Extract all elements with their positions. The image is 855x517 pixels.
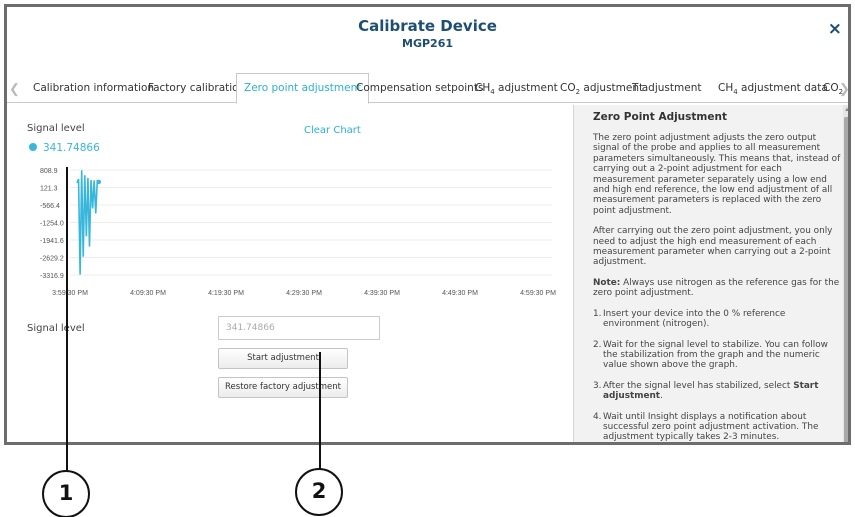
tab-bar: ❮ Calibration information Factory calibr… [7,71,848,104]
help-step: 4. Wait until Insight displays a notifica… [593,411,819,443]
x-tick-label: 4:19:30 PM [208,290,244,297]
scroll-thumb[interactable] [844,117,848,442]
help-step: 2. Wait for the signal level to stabilize… [593,339,828,371]
tab-scroll-left-icon[interactable]: ❮ [9,81,20,97]
x-tick-label: 3:59:30 PM [52,290,88,297]
callout-1: 1 [42,470,90,517]
start-adjustment-button[interactable]: Start adjustment [218,348,348,369]
help-panel: Zero Point Adjustment The zero point adj… [573,105,843,443]
dialog-title: Calibrate Device [358,17,497,35]
help-steps: 1. Insert your device into the 0 % refere… [593,308,839,443]
x-tick-label: 4:39:30 PM [364,290,400,297]
tab-zero-point-adjustment[interactable]: Zero point adjustment [236,73,370,104]
callout-2-line [319,352,321,470]
help-step: 3. After the signal level has stabilized,… [593,380,819,402]
x-tick-label: 4:49:30 PM [442,290,478,297]
y-tick-label: -1941.6 [40,238,64,245]
signal-level-value: 341.74866 [29,142,100,154]
signal-value-text: 341.74866 [43,142,100,154]
signal-latest-point [96,179,102,185]
scroll-up-icon[interactable]: ▲ [843,107,848,113]
y-tick-label: -3316.9 [40,273,64,280]
y-tick-label: 121.3 [40,186,58,193]
legend-dot-icon [29,143,37,151]
restore-factory-adjustment-button[interactable]: Restore factory adjustment [218,377,348,398]
signal-chart: 808.9 121.3 -566.4 -1254.0 -1941.6 -2629.2 -33… [40,168,556,297]
y-tick-label: -566.4 [40,203,60,210]
x-tick-label: 4:29:30 PM [286,290,322,297]
tab-ch4-adjustment-data[interactable]: CH4 adjustment data [718,74,828,103]
signal-level-form-label: Signal level [27,323,85,334]
callout-2: 2 [295,468,343,516]
y-tick-label: 808.9 [40,168,58,175]
help-paragraph-1: The zero point adjustment adjusts the ze… [593,133,841,216]
help-scrollbar[interactable]: ▲ [843,105,848,442]
calibrate-device-dialog: Calibrate Device MGP261 × ❮ Calibration … [4,4,851,445]
x-tick-label: 4:59:30 PM [520,290,556,297]
tab-scroll-right-icon[interactable]: ❯ [839,81,848,97]
help-title: Zero Point Adjustment [593,111,727,123]
y-tick-label: -1254.0 [40,221,64,228]
help-step: 1. Insert your device into the 0 % refere… [593,308,786,330]
tab-co2-adjustment[interactable]: CO2 adjustment [560,74,643,103]
dialog-subtitle: MGP261 [402,37,453,50]
callout-1-line [66,167,68,477]
y-tick-label: -2629.2 [40,256,64,263]
signal-level-input[interactable] [218,316,380,340]
clear-chart-link[interactable]: Clear Chart [304,125,361,136]
tab-factory-calibration[interactable]: Factory calibration [148,74,245,103]
tab-ch4-adjustment[interactable]: CH4 adjustment [475,74,558,103]
signal-level-label: Signal level [27,123,85,134]
tab-calibration-information[interactable]: Calibration information [33,74,154,103]
help-note: Note: Always use nitrogen as the referen… [593,277,840,299]
tab-t-adjustment[interactable]: T adjustment [632,74,701,103]
tab-compensation-setpoints[interactable]: Compensation setpoints [356,74,483,103]
help-paragraph-2: After carrying out the zero point adjust… [593,226,833,268]
close-icon[interactable]: × [828,19,842,39]
x-tick-label: 4:09:30 PM [130,290,166,297]
